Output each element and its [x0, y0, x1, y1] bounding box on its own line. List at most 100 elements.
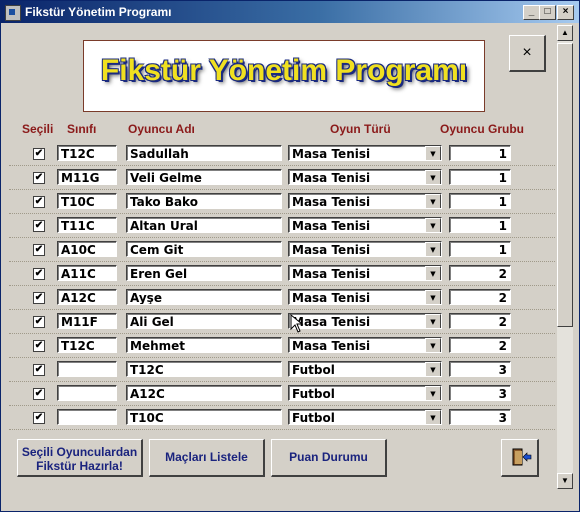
class-field[interactable]: A11C — [57, 265, 117, 281]
title-bar[interactable]: Fikstür Yönetim Programı _ □ × — [1, 1, 579, 23]
group-field[interactable]: 1 — [449, 241, 511, 257]
header-game-type: Oyun Türü — [330, 122, 391, 136]
group-field[interactable]: 3 — [449, 385, 511, 401]
class-field[interactable]: T12C — [57, 337, 117, 353]
selected-checkbox[interactable]: ✔ — [33, 268, 45, 280]
app-window: Fikstür Yönetim Programı _ □ × Fikstür Y… — [0, 0, 580, 512]
selected-checkbox[interactable]: ✔ — [33, 364, 45, 376]
group-field[interactable]: 2 — [449, 265, 511, 281]
dropdown-arrow-icon[interactable]: ▼ — [425, 290, 441, 304]
game-type-combo[interactable]: Masa Tenisi ▼ — [288, 289, 442, 305]
class-field[interactable]: M11G — [57, 169, 117, 185]
player-name-field[interactable]: A12C — [126, 385, 282, 401]
group-field[interactable]: 3 — [449, 361, 511, 377]
selected-checkbox[interactable]: ✔ — [33, 292, 45, 304]
window-close-button[interactable]: × — [557, 5, 574, 20]
player-row: ✔ T11C Altan Ural Masa Tenisi ▼ 1 — [9, 215, 555, 238]
scroll-thumb[interactable] — [557, 43, 573, 327]
class-field[interactable]: T10C — [57, 193, 117, 209]
selected-checkbox[interactable]: ✔ — [33, 244, 45, 256]
selected-checkbox[interactable]: ✔ — [33, 388, 45, 400]
class-field[interactable]: M11F — [57, 313, 117, 329]
game-type-combo[interactable]: Masa Tenisi ▼ — [288, 265, 442, 281]
class-field[interactable]: A12C — [57, 289, 117, 305]
player-name-field[interactable]: Mehmet — [126, 337, 282, 353]
row-divider — [9, 429, 555, 431]
player-row: ✔ T10C Tako Bako Masa Tenisi ▼ 1 — [9, 191, 555, 214]
game-type-combo[interactable]: Masa Tenisi ▼ — [288, 241, 442, 257]
selected-checkbox[interactable]: ✔ — [33, 412, 45, 424]
player-row: ✔ M11F Ali Gel Masa Tenisi ▼ 2 — [9, 311, 555, 334]
dropdown-arrow-icon[interactable]: ▼ — [425, 410, 441, 424]
game-type-combo[interactable]: Masa Tenisi ▼ — [288, 337, 442, 353]
group-field[interactable]: 1 — [449, 169, 511, 185]
player-row: ✔ A11C Eren Gel Masa Tenisi ▼ 2 — [9, 263, 555, 286]
dropdown-arrow-icon[interactable]: ▼ — [425, 218, 441, 232]
dropdown-arrow-icon[interactable]: ▼ — [425, 386, 441, 400]
game-type-combo[interactable]: Masa Tenisi ▼ — [288, 313, 442, 329]
game-type-combo[interactable]: Futbol ▼ — [288, 409, 442, 425]
access-form-icon[interactable] — [5, 5, 21, 21]
dropdown-arrow-icon[interactable]: ▼ — [425, 242, 441, 256]
vertical-scrollbar[interactable]: ▲ ▼ — [557, 25, 573, 489]
group-field[interactable]: 3 — [449, 409, 511, 425]
game-type-combo[interactable]: Masa Tenisi ▼ — [288, 217, 442, 233]
player-name-field[interactable]: Tako Bako — [126, 193, 282, 209]
class-field[interactable] — [57, 409, 117, 425]
player-name-field[interactable]: Ali Gel — [126, 313, 282, 329]
header-group: Oyuncu Grubu — [440, 122, 524, 136]
game-type-combo[interactable]: Masa Tenisi ▼ — [288, 145, 442, 161]
class-field[interactable]: T11C — [57, 217, 117, 233]
selected-checkbox[interactable]: ✔ — [33, 220, 45, 232]
selected-checkbox[interactable]: ✔ — [33, 148, 45, 160]
group-field[interactable]: 1 — [449, 145, 511, 161]
standings-button[interactable]: Puan Durumu — [271, 439, 387, 477]
selected-checkbox[interactable]: ✔ — [33, 196, 45, 208]
dropdown-arrow-icon[interactable]: ▼ — [425, 266, 441, 280]
dropdown-arrow-icon[interactable]: ▼ — [425, 338, 441, 352]
class-field[interactable]: A10C — [57, 241, 117, 257]
scroll-down-button[interactable]: ▼ — [557, 473, 573, 489]
minimize-button[interactable]: _ — [523, 5, 540, 20]
class-field[interactable]: T12C — [57, 145, 117, 161]
game-type-combo[interactable]: Futbol ▼ — [288, 361, 442, 377]
player-name-field[interactable]: T12C — [126, 361, 282, 377]
selected-checkbox[interactable]: ✔ — [33, 172, 45, 184]
game-type-value: Masa Tenisi — [292, 219, 371, 233]
dropdown-arrow-icon[interactable]: ▼ — [425, 170, 441, 184]
list-matches-button[interactable]: Maçları Listele — [149, 439, 265, 477]
group-field[interactable]: 2 — [449, 289, 511, 305]
game-type-combo[interactable]: Masa Tenisi ▼ — [288, 169, 442, 185]
prepare-fixture-button[interactable]: Seçili Oyunculardan Fikstür Hazırla! — [17, 439, 143, 477]
player-name-field[interactable]: Veli Gelme — [126, 169, 282, 185]
group-field[interactable]: 1 — [449, 217, 511, 233]
player-row: ✔ A12C Futbol ▼ 3 — [9, 383, 555, 406]
class-field[interactable] — [57, 361, 117, 377]
dropdown-arrow-icon[interactable]: ▼ — [425, 194, 441, 208]
scroll-up-button[interactable]: ▲ — [557, 25, 573, 41]
player-row: ✔ T10C Futbol ▼ 3 — [9, 407, 555, 431]
player-name-field[interactable]: Sadullah — [126, 145, 282, 161]
class-field[interactable] — [57, 385, 117, 401]
dropdown-arrow-icon[interactable]: ▼ — [425, 146, 441, 160]
dropdown-arrow-icon[interactable]: ▼ — [425, 362, 441, 376]
group-field[interactable]: 2 — [449, 313, 511, 329]
banner: Fikstür Yönetim Programı — [83, 40, 485, 112]
selected-checkbox[interactable]: ✔ — [33, 340, 45, 352]
group-field[interactable]: 1 — [449, 193, 511, 209]
player-name-field[interactable]: Cem Git — [126, 241, 282, 257]
player-name-field[interactable]: Ayşe — [126, 289, 282, 305]
maximize-button[interactable]: □ — [539, 5, 556, 20]
selected-checkbox[interactable]: ✔ — [33, 316, 45, 328]
game-type-combo[interactable]: Futbol ▼ — [288, 385, 442, 401]
exit-button[interactable] — [501, 439, 539, 477]
player-name-field[interactable]: Altan Ural — [126, 217, 282, 233]
player-name-field[interactable]: Eren Gel — [126, 265, 282, 281]
dropdown-arrow-icon[interactable]: ▼ — [425, 314, 441, 328]
group-field[interactable]: 2 — [449, 337, 511, 353]
player-row: ✔ T12C Mehmet Masa Tenisi ▼ 2 — [9, 335, 555, 358]
game-type-value: Masa Tenisi — [292, 267, 371, 281]
game-type-combo[interactable]: Masa Tenisi ▼ — [288, 193, 442, 209]
close-form-button[interactable]: × — [509, 35, 546, 72]
player-name-field[interactable]: T10C — [126, 409, 282, 425]
